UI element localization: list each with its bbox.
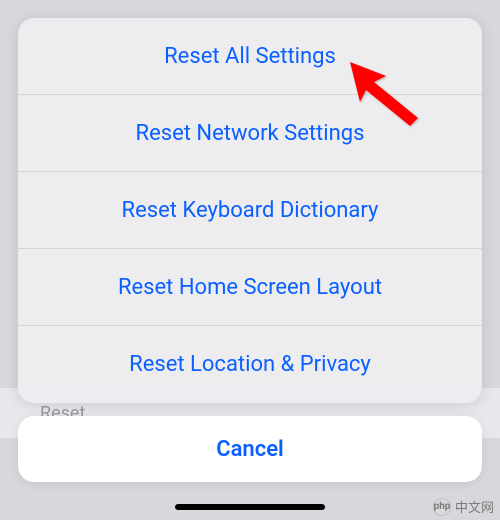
option-label: Reset Network Settings — [136, 121, 365, 146]
watermark: php 中文网 — [433, 497, 494, 516]
action-sheet: Reset All Settings Reset Network Setting… — [18, 18, 482, 403]
option-reset-keyboard-dictionary[interactable]: Reset Keyboard Dictionary — [18, 172, 482, 249]
option-reset-location-privacy[interactable]: Reset Location & Privacy — [18, 326, 482, 403]
option-reset-network-settings[interactable]: Reset Network Settings — [18, 95, 482, 172]
option-reset-home-screen-layout[interactable]: Reset Home Screen Layout — [18, 249, 482, 326]
option-label: Reset Location & Privacy — [129, 352, 371, 377]
option-label: Reset Keyboard Dictionary — [122, 198, 379, 223]
option-reset-all-settings[interactable]: Reset All Settings — [18, 18, 482, 95]
option-label: Reset All Settings — [164, 44, 336, 69]
option-label: Reset Home Screen Layout — [118, 275, 382, 300]
watermark-text: 中文网 — [455, 497, 494, 516]
home-indicator — [175, 504, 325, 510]
watermark-logo-icon: php — [433, 498, 451, 516]
cancel-label: Cancel — [216, 437, 284, 462]
cancel-button[interactable]: Cancel — [18, 416, 482, 482]
